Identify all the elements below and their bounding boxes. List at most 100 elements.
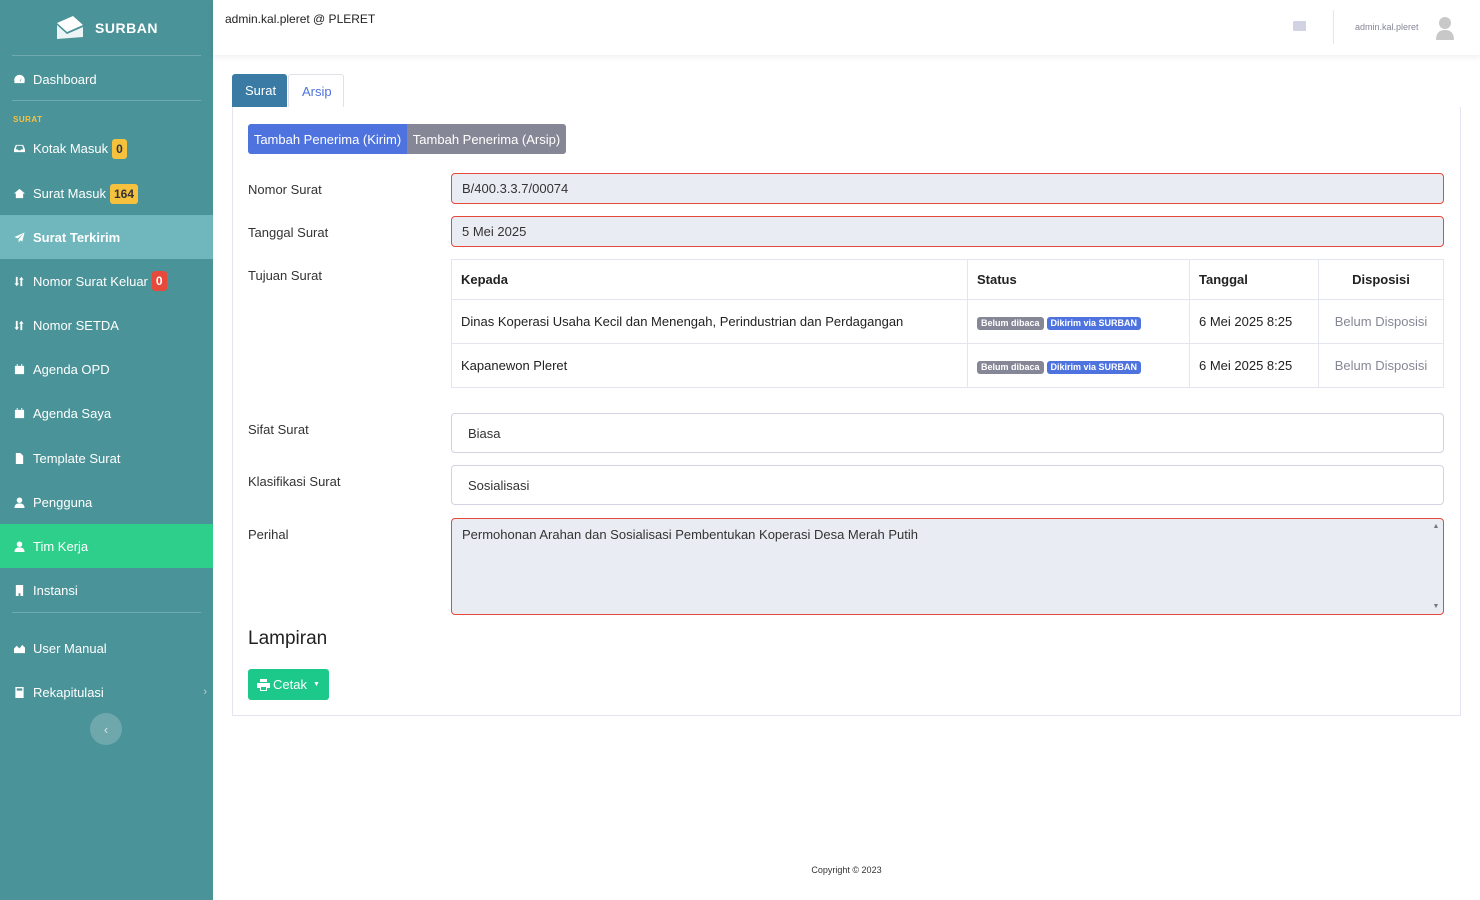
sidebar-section-heading: SURAT [13,115,43,124]
dashboard-icon [13,73,25,85]
table-row: Kapanewon Pleret Belum dibaca Dikirim via… [451,343,1444,388]
column-header: Disposisi [1318,259,1444,300]
sidebar-item-label: Instansi [33,582,78,598]
user-icon [13,540,25,552]
chevron-right-icon: › [203,686,207,698]
print-dropdown-button[interactable]: Cetak ▼ [248,669,329,700]
sidebar-item-label: Rekapitulasi [33,684,104,700]
sidebar-item-tim-kerja[interactable]: Tim Kerja [0,524,213,568]
sidebar-item-user-manual[interactable]: User Manual [0,629,213,667]
tujuan-surat-label: Tujuan Surat [248,268,322,283]
envelope-icon[interactable] [1293,21,1306,31]
add-recipient-archive-button[interactable]: Tambah Penerima (Arsip) [407,124,566,154]
perihal-text: Permohonan Arahan dan Sosialisasi Pemben… [462,527,918,542]
building-icon [13,584,25,596]
brand[interactable]: SURBAN [0,0,213,55]
tab-arsip[interactable]: Arsip [288,74,344,109]
sifat-surat-field[interactable]: Biasa [451,413,1444,453]
sidebar-item-label: User Manual [33,640,107,656]
status-cell: Belum dibaca Dikirim via SURBAN [967,299,1190,344]
date-cell: 6 Mei 2025 8:25 [1189,343,1319,388]
topbar-divider [1333,10,1334,44]
count-badge: 0 [112,138,127,159]
status-badge-sent: Dikirim via SURBAN [1046,360,1142,374]
sidebar-item-label: Kotak Masuk [33,141,109,156]
sidebar-item-label: Dashboard [33,71,97,87]
sidebar-item-label: Agenda Saya [33,405,112,421]
sidebar-item-label: Surat Masuk [33,186,106,201]
sidebar-item-label: Surat Terkirim [33,229,121,245]
column-header: Status [967,259,1190,300]
sidebar-divider [12,100,201,101]
inbox-icon [13,143,25,155]
envelope-logo-icon [57,15,84,39]
sidebar-item-nomor-setda[interactable]: Nomor SETDA [0,306,213,344]
sidebar-item-label: Pengguna [33,494,93,510]
sidebar-item-nomor-surat-keluar[interactable]: Nomor Surat Keluar 0 [0,262,213,300]
caret-down-icon: ▼ [313,681,320,688]
scroll-up-icon[interactable]: ▲ [1433,523,1440,530]
sidebar-item-label: Tim Kerja [33,538,89,554]
paper-plane-icon [13,231,25,243]
sidebar-item-label: Template Surat [33,450,121,466]
klasifikasi-surat-label: Klasifikasi Surat [248,474,341,489]
print-button-label: Cetak [273,677,308,692]
brand-name: SURBAN [95,19,158,36]
topbar-username[interactable]: admin.kal.pleret [1355,22,1419,32]
sidebar-item-kotak-masuk[interactable]: Kotak Masuk 0 [0,131,213,166]
disposition-cell: Belum Disposisi [1318,299,1444,344]
sort-icon [13,275,25,287]
count-badge: 164 [109,183,139,204]
perihal-textarea[interactable]: Permohonan Arahan dan Sosialisasi Pemben… [451,518,1444,615]
sidebar: SURBAN Dashboard SURAT Kotak Masuk 0 Sur… [0,0,213,900]
status-badge-unread: Belum dibaca [977,316,1044,330]
sidebar-item-agenda-opd[interactable]: Agenda OPD [0,350,213,388]
status-badge-sent: Dikirim via SURBAN [1046,316,1142,330]
scroll-down-icon[interactable]: ▼ [1433,603,1440,610]
footer-copyright: Copyright © 2023 [811,865,882,875]
count-badge: 0 [151,271,167,291]
sidebar-item-instansi[interactable]: Instansi [0,571,213,609]
sidebar-item-agenda-saya[interactable]: Agenda Saya [0,394,213,432]
page-title: admin.kal.pleret @ PLERET [225,12,376,26]
add-recipient-send-button[interactable]: Tambah Penerima (Kirim) [248,124,407,154]
sidebar-item-dashboard[interactable]: Dashboard [0,61,213,97]
disposition-cell: Belum Disposisi [1318,343,1444,388]
column-header: Kepada [451,259,968,300]
chart-area-icon [13,642,25,654]
sidebar-item-pengguna[interactable]: Pengguna [0,483,213,521]
sidebar-item-surat-terkirim[interactable]: Surat Terkirim [0,215,213,259]
sort-icon [13,319,25,331]
sidebar-item-surat-masuk[interactable]: Surat Masuk 164 [0,176,213,211]
calendar-icon [13,363,25,375]
calendar-icon [13,407,25,419]
date-cell: 6 Mei 2025 8:25 [1189,299,1319,344]
printer-icon [257,678,271,691]
file-icon [13,452,25,464]
sidebar-item-template-surat[interactable]: Template Surat [0,439,213,477]
tanggal-surat-field[interactable]: 5 Mei 2025 [451,216,1444,247]
sifat-surat-label: Sifat Surat [248,422,309,437]
lampiran-heading: Lampiran [248,628,328,649]
klasifikasi-surat-field[interactable]: Sosialisasi [451,465,1444,505]
status-cell: Belum dibaca Dikirim via SURBAN [967,343,1190,388]
sidebar-collapse-button[interactable]: ‹ [90,713,122,745]
sidebar-item-label: Nomor SETDA [33,317,119,333]
avatar[interactable] [1435,16,1455,40]
recipients-table: Kepada Status Tanggal Disposisi Dinas Ko… [451,259,1444,388]
calculator-icon [13,686,25,698]
tab-bar: Surat Arsip [232,74,1461,109]
sidebar-item-label: Nomor Surat Keluar [33,273,148,289]
sidebar-item-rekapitulasi[interactable]: Rekapitulasi › [0,673,213,711]
tab-surat[interactable]: Surat [232,74,287,108]
perihal-label: Perihal [248,527,289,542]
sidebar-item-label: Agenda OPD [33,361,110,377]
tanggal-surat-label: Tanggal Surat [248,225,329,240]
home-icon [13,188,25,200]
topbar: admin.kal.pleret @ PLERET admin.kal.pler… [213,0,1480,55]
user-icon [13,496,25,508]
nomor-surat-field[interactable]: B/400.3.3.7/00074 [451,173,1444,204]
sidebar-divider [12,612,201,613]
textarea-scrollbar[interactable]: ▲ ▼ [1431,523,1441,610]
status-badge-unread: Belum dibaca [977,360,1044,374]
